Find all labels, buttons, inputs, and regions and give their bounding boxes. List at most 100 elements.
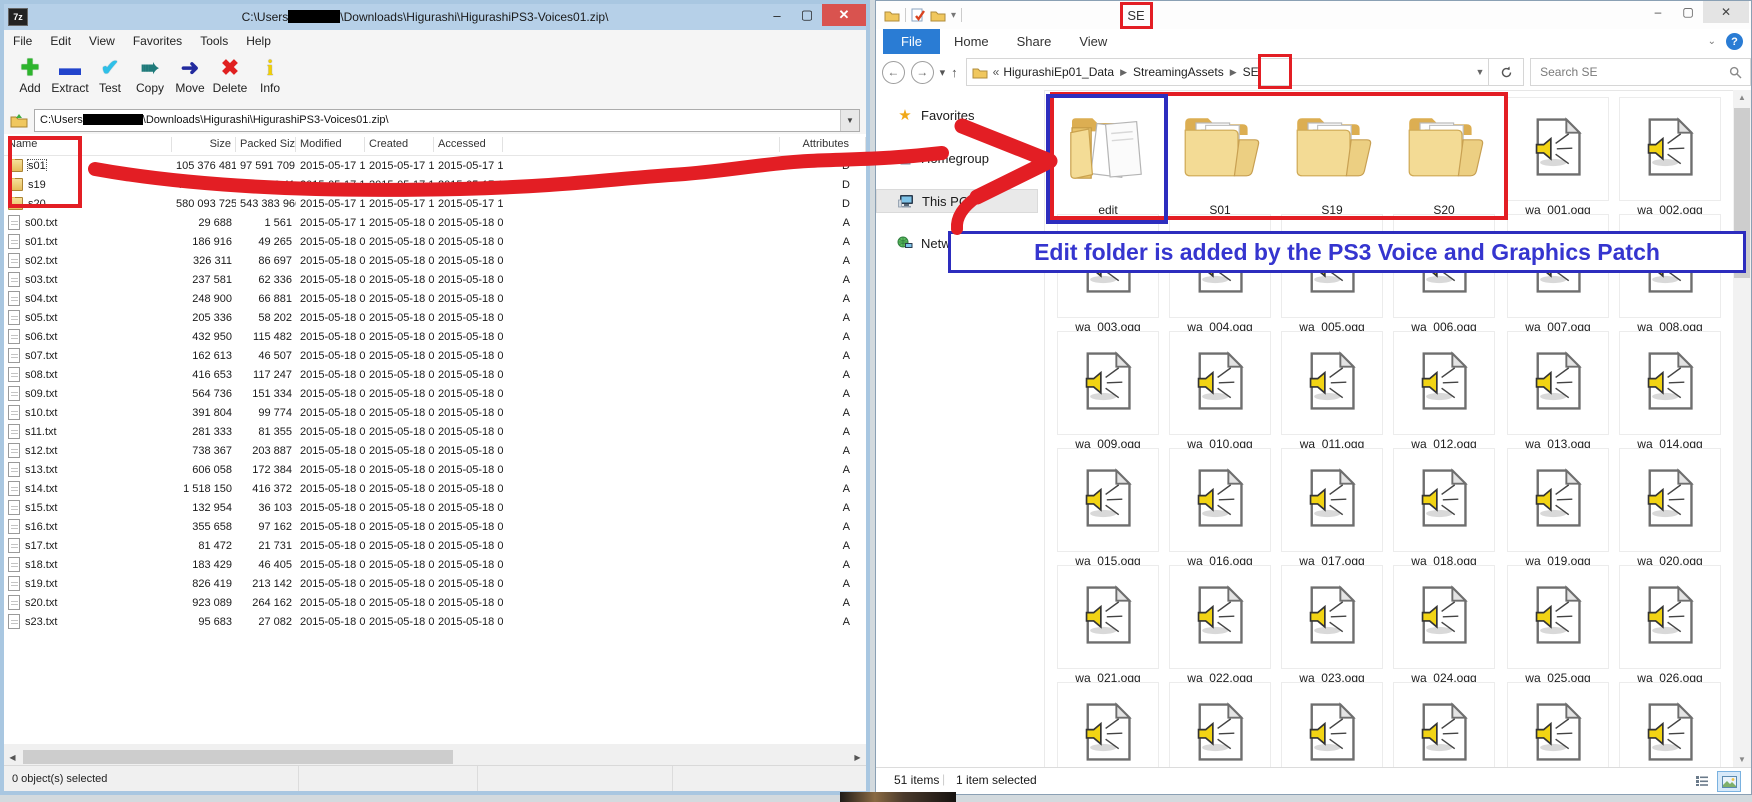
extract-button[interactable]: ▬Extract <box>50 55 90 95</box>
zip-row-s00.txt[interactable]: s00.txt29 6881 5612015-05-17 18:152015-0… <box>4 213 866 232</box>
scroll-down-icon[interactable]: ▼ <box>1733 752 1751 768</box>
zip-row-s02.txt[interactable]: s02.txt326 31186 6972015-05-18 00:322015… <box>4 251 866 270</box>
menu-edit[interactable]: Edit <box>41 34 80 48</box>
zip-row-s10.txt[interactable]: s10.txt391 80499 7742015-05-18 00:322015… <box>4 403 866 422</box>
zip-row-s09.txt[interactable]: s09.txt564 736151 3342015-05-18 00:32201… <box>4 384 866 403</box>
zip-row-s20[interactable]: s20580 093 725543 383 9662015-05-17 16:1… <box>4 194 866 213</box>
add-button[interactable]: ✚Add <box>10 55 50 95</box>
selected-count: 1 item selected <box>956 773 1037 787</box>
thumbnail-view-button[interactable] <box>1717 771 1741 792</box>
file-tile-wa_023.ogg[interactable]: wa_023.ogg <box>1281 565 1383 685</box>
file-tile-partial[interactable] <box>1393 682 1495 768</box>
zip-row-s11.txt[interactable]: s11.txt281 33381 3552015-05-18 00:322015… <box>4 422 866 441</box>
copy-button[interactable]: ➠Copy <box>130 55 170 95</box>
column-header-size[interactable]: Size <box>172 137 236 152</box>
path-dropdown-button[interactable]: ▼ <box>840 110 859 131</box>
zip-row-s04.txt[interactable]: s04.txt248 90066 8812015-05-18 00:322015… <box>4 289 866 308</box>
file-tile-wa_002.ogg[interactable]: wa_002.ogg <box>1619 97 1721 217</box>
scroll-left-icon[interactable]: ◀ <box>4 753 21 762</box>
audio-file-icon <box>1417 701 1471 768</box>
file-tile-wa_005.ogg[interactable]: wa_005.ogg <box>1281 214 1383 334</box>
file-tile-wa_021.ogg[interactable]: wa_021.ogg <box>1057 565 1159 685</box>
move-button[interactable]: ➜Move <box>170 55 210 95</box>
file-tile-partial[interactable] <box>1057 682 1159 768</box>
zip-row-s05.txt[interactable]: s05.txt205 33658 2022015-05-18 00:322015… <box>4 308 866 327</box>
column-header-attributes[interactable]: Attributes <box>780 137 866 152</box>
file-tile-wa_019.ogg[interactable]: wa_019.ogg <box>1507 448 1609 568</box>
vertical-scrollbar[interactable]: ▲ ▼ <box>1733 90 1751 768</box>
zip-row-s13.txt[interactable]: s13.txt606 058172 3842015-05-18 00:32201… <box>4 460 866 479</box>
file-tile-wa_007.ogg[interactable]: wa_007.ogg <box>1507 214 1609 334</box>
column-header-accessed[interactable]: Accessed <box>434 137 503 152</box>
file-tile-wa_026.ogg[interactable]: wa_026.ogg <box>1619 565 1721 685</box>
archive-path-input[interactable]: C:\Users\Downloads\Higurashi\HigurashiPS… <box>34 109 860 132</box>
scrollbar-thumb[interactable] <box>1734 108 1750 278</box>
close-button[interactable]: ✕ <box>822 4 866 26</box>
file-tile-partial[interactable] <box>1169 682 1271 768</box>
zip-row-s01.txt[interactable]: s01.txt186 91649 2652015-05-18 00:322015… <box>4 232 866 251</box>
file-tile-wa_025.ogg[interactable]: wa_025.ogg <box>1507 565 1609 685</box>
file-tile-wa_024.ogg[interactable]: wa_024.ogg <box>1393 565 1495 685</box>
folder-tile-S19[interactable]: S19 <box>1281 97 1383 217</box>
zip-row-s16.txt[interactable]: s16.txt355 65897 1622015-05-18 00:322015… <box>4 517 866 536</box>
menu-tools[interactable]: Tools <box>191 34 237 48</box>
zip-row-s06.txt[interactable]: s06.txt432 950115 4822015-05-18 00:32201… <box>4 327 866 346</box>
7zip-titlebar[interactable]: 7z C:\Users\Downloads\Higurashi\Higurash… <box>4 4 866 30</box>
column-header-packed-size[interactable]: Packed Size <box>236 137 296 152</box>
file-tile-wa_015.ogg[interactable]: wa_015.ogg <box>1057 448 1159 568</box>
folder-tile-S20[interactable]: S20 <box>1393 97 1495 217</box>
folder-tile-S01[interactable]: S01 <box>1169 97 1271 217</box>
file-tile-wa_018.ogg[interactable]: wa_018.ogg <box>1393 448 1495 568</box>
zip-row-s12.txt[interactable]: s12.txt738 367203 8872015-05-18 00:32201… <box>4 441 866 460</box>
column-header-created[interactable]: Created <box>365 137 434 152</box>
file-tile-wa_006.ogg[interactable]: wa_006.ogg <box>1393 214 1495 334</box>
zip-row-s15.txt[interactable]: s15.txt132 95436 1032015-05-18 00:322015… <box>4 498 866 517</box>
file-tile-wa_012.ogg[interactable]: wa_012.ogg <box>1393 331 1495 451</box>
menu-view[interactable]: View <box>80 34 124 48</box>
zip-row-s03.txt[interactable]: s03.txt237 58162 3362015-05-18 00:322015… <box>4 270 866 289</box>
file-tile-wa_016.ogg[interactable]: wa_016.ogg <box>1169 448 1271 568</box>
file-tile-wa_017.ogg[interactable]: wa_017.ogg <box>1281 448 1383 568</box>
file-tile-wa_004.ogg[interactable]: wa_004.ogg <box>1169 214 1271 334</box>
details-view-button[interactable] <box>1691 771 1713 790</box>
file-tile-partial[interactable] <box>1507 682 1609 768</box>
menu-favorites[interactable]: Favorites <box>124 34 191 48</box>
maximize-button[interactable]: ▢ <box>792 4 822 26</box>
zip-row-s08.txt[interactable]: s08.txt416 653117 2472015-05-18 00:32201… <box>4 365 866 384</box>
zip-row-s14.txt[interactable]: s14.txt1 518 150416 3722015-05-18 00:322… <box>4 479 866 498</box>
zip-row-s17.txt[interactable]: s17.txt81 47221 7312015-05-18 00:322015-… <box>4 536 866 555</box>
column-header-modified[interactable]: Modified <box>296 137 365 152</box>
file-tile-wa_010.ogg[interactable]: wa_010.ogg <box>1169 331 1271 451</box>
scrollbar-thumb[interactable] <box>23 750 453 764</box>
column-header-name[interactable]: Name <box>4 137 172 152</box>
zip-row-s01[interactable]: s01105 376 48197 591 7092015-05-17 16:08… <box>4 156 866 175</box>
file-tile-wa_003.ogg[interactable]: wa_003.ogg <box>1057 214 1159 334</box>
horizontal-scrollbar[interactable]: ◀ ▶ <box>4 748 866 766</box>
folder-up-icon[interactable] <box>10 113 28 128</box>
file-tile-wa_009.ogg[interactable]: wa_009.ogg <box>1057 331 1159 451</box>
scroll-right-icon[interactable]: ▶ <box>849 753 866 762</box>
file-tile-wa_008.ogg[interactable]: wa_008.ogg <box>1619 214 1721 334</box>
zip-row-s07.txt[interactable]: s07.txt162 61346 5072015-05-18 00:322015… <box>4 346 866 365</box>
zip-row-s20.txt[interactable]: s20.txt923 089264 1622015-05-18 00:32201… <box>4 593 866 612</box>
test-button[interactable]: ✔Test <box>90 55 130 95</box>
info-button[interactable]: iInfo <box>250 55 290 95</box>
zip-row-s18.txt[interactable]: s18.txt183 42946 4052015-05-18 00:322015… <box>4 555 866 574</box>
file-tile-wa_013.ogg[interactable]: wa_013.ogg <box>1507 331 1609 451</box>
file-tile-partial[interactable] <box>1619 682 1721 768</box>
menu-file[interactable]: File <box>4 34 41 48</box>
folder-tile-edit[interactable]: edit <box>1057 97 1159 217</box>
file-tile-wa_011.ogg[interactable]: wa_011.ogg <box>1281 331 1383 451</box>
file-tile-wa_020.ogg[interactable]: wa_020.ogg <box>1619 448 1721 568</box>
scroll-up-icon[interactable]: ▲ <box>1733 90 1751 106</box>
zip-row-s23.txt[interactable]: s23.txt95 68327 0822015-05-18 00:322015-… <box>4 612 866 631</box>
minimize-button[interactable]: – <box>762 4 792 26</box>
file-tile-wa_001.ogg[interactable]: wa_001.ogg <box>1507 97 1609 217</box>
file-tile-wa_014.ogg[interactable]: wa_014.ogg <box>1619 331 1721 451</box>
menu-help[interactable]: Help <box>237 34 280 48</box>
zip-row-s19.txt[interactable]: s19.txt826 419213 1422015-05-18 00:32201… <box>4 574 866 593</box>
zip-row-s19[interactable]: s19413 286 152409 036 4182015-05-17 16:1… <box>4 175 866 194</box>
delete-button[interactable]: ✖Delete <box>210 55 250 95</box>
file-tile-wa_022.ogg[interactable]: wa_022.ogg <box>1169 565 1271 685</box>
file-tile-partial[interactable] <box>1281 682 1383 768</box>
